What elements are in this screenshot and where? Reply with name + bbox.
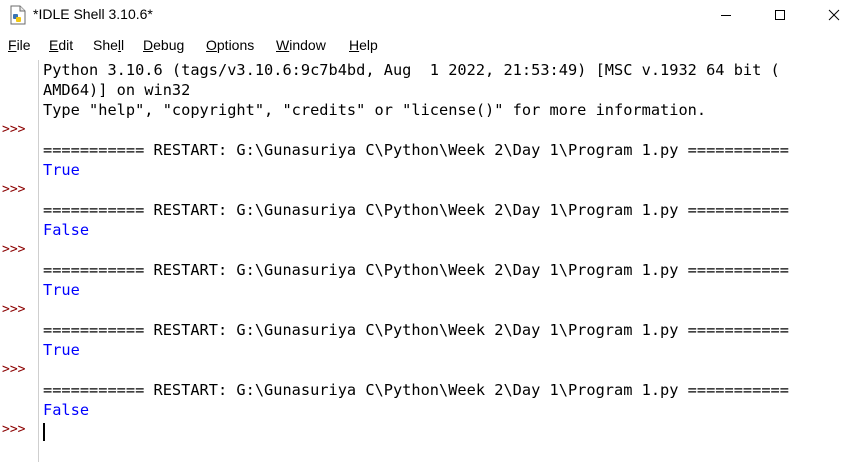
shell-prompt: >>> bbox=[2, 422, 26, 437]
output-line: True bbox=[43, 161, 80, 179]
output-line: True bbox=[43, 341, 80, 359]
title-bar[interactable]: *IDLE Shell 3.10.6* bbox=[0, 0, 857, 30]
maximize-icon bbox=[774, 9, 786, 21]
idle-document-icon[interactable] bbox=[9, 5, 27, 25]
idle-shell-window: *IDLE Shell 3.10.6* File Edit Shell Debu… bbox=[0, 0, 857, 462]
menu-help[interactable]: Help bbox=[349, 37, 378, 53]
maximize-button[interactable] bbox=[757, 0, 803, 30]
minimize-icon bbox=[720, 9, 732, 21]
restart-line: =========== RESTART: G:\Gunasuriya C\Pyt… bbox=[43, 321, 789, 339]
text-cursor bbox=[43, 423, 45, 441]
menu-window[interactable]: Window bbox=[276, 37, 326, 53]
output-line: False bbox=[43, 401, 90, 419]
restart-line: =========== RESTART: G:\Gunasuriya C\Pyt… bbox=[43, 381, 789, 399]
minimize-button[interactable] bbox=[703, 0, 749, 30]
restart-line: =========== RESTART: G:\Gunasuriya C\Pyt… bbox=[43, 141, 789, 159]
shell-prompt: >>> bbox=[2, 362, 26, 377]
shell-prompt: >>> bbox=[2, 182, 26, 197]
output-line: True bbox=[43, 281, 80, 299]
menu-edit[interactable]: Edit bbox=[49, 37, 73, 53]
prompt-gutter: >>> >>> >>> >>> >>> >>> bbox=[0, 60, 39, 462]
window-title: *IDLE Shell 3.10.6* bbox=[33, 6, 153, 22]
shell-prompt: >>> bbox=[2, 302, 26, 317]
shell-prompt: >>> bbox=[2, 122, 26, 137]
shell-prompt: >>> bbox=[2, 242, 26, 257]
banner-line: AMD64)] on win32 bbox=[43, 81, 191, 99]
output-line: False bbox=[43, 221, 90, 239]
close-button[interactable] bbox=[811, 0, 857, 30]
menu-options[interactable]: Options bbox=[206, 37, 254, 53]
banner-line: Python 3.10.6 (tags/v3.10.6:9c7b4bd, Aug… bbox=[43, 61, 780, 79]
shell-text[interactable]: Python 3.10.6 (tags/v3.10.6:9c7b4bd, Aug… bbox=[43, 60, 857, 462]
menu-debug[interactable]: Debug bbox=[143, 37, 184, 53]
shell-area[interactable]: >>> >>> >>> >>> >>> >>> Python 3.10.6 (t… bbox=[0, 60, 857, 462]
restart-line: =========== RESTART: G:\Gunasuriya C\Pyt… bbox=[43, 261, 789, 279]
menu-shell[interactable]: Shell bbox=[93, 37, 124, 53]
menu-bar: File Edit Shell Debug Options Window Hel… bbox=[0, 34, 857, 58]
banner-line: Type "help", "copyright", "credits" or "… bbox=[43, 101, 707, 119]
menu-file[interactable]: File bbox=[8, 37, 31, 53]
restart-line: =========== RESTART: G:\Gunasuriya C\Pyt… bbox=[43, 201, 789, 219]
close-icon bbox=[828, 9, 840, 21]
